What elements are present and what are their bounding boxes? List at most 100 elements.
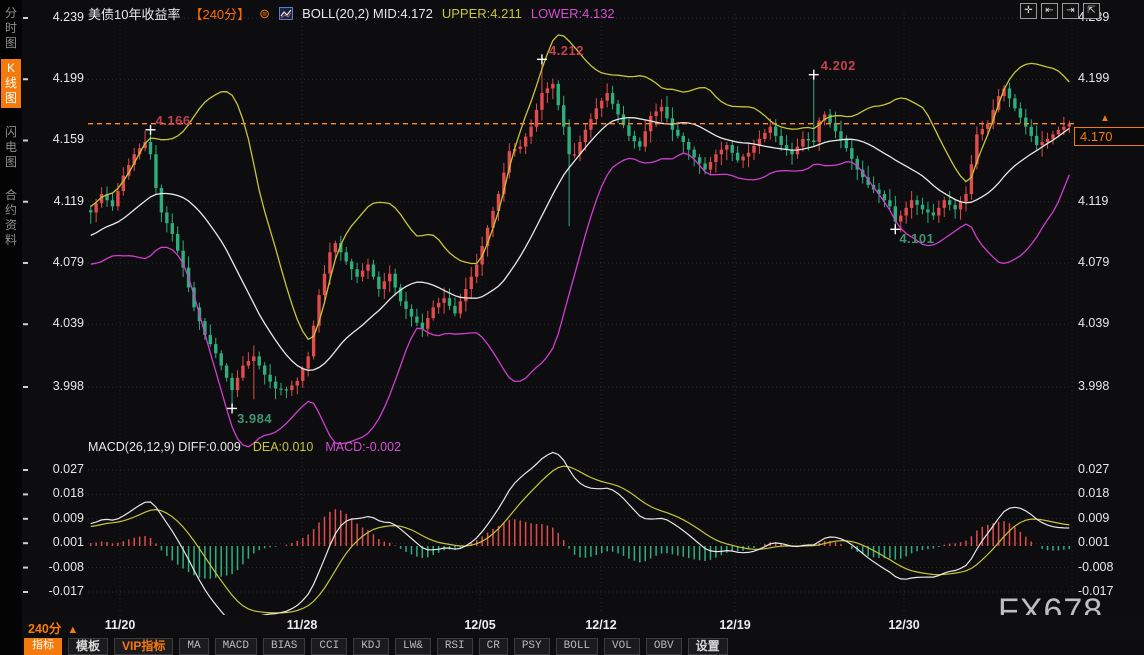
- candle-body: [453, 306, 456, 314]
- price-axis-label-left: 4.239: [28, 10, 84, 24]
- indicator-menu-icon[interactable]: ⊜: [259, 6, 270, 22]
- price-axis-label-left: 4.159: [28, 132, 84, 146]
- last-price-pin: ▲: [1100, 113, 1110, 124]
- toolbar-tab-VIP指标[interactable]: VIP指标: [114, 638, 173, 655]
- candle-body: [1051, 134, 1054, 139]
- candle-body: [1019, 108, 1022, 117]
- candle-body: [323, 274, 326, 295]
- price-annotation: 3.984: [237, 411, 272, 426]
- candle-body: [600, 101, 603, 109]
- toolbar-tab-BIAS[interactable]: BIAS: [263, 638, 305, 655]
- candle-body: [236, 378, 239, 390]
- toolbar-tab-PSY[interactable]: PSY: [514, 638, 550, 655]
- candle-body: [959, 202, 962, 210]
- boll-lower-readout: LOWER:4.132: [531, 6, 615, 21]
- toolbar-tab-OBV[interactable]: OBV: [646, 638, 682, 655]
- candle-body: [116, 191, 119, 206]
- price-annotation: 4.166: [156, 113, 191, 128]
- toolbar-tab-设置[interactable]: 设置: [688, 638, 728, 655]
- candle-body: [361, 271, 364, 277]
- toolbar-tab-BOLL[interactable]: BOLL: [556, 638, 598, 655]
- x-axis-row: 240分▲ 11/2011/2812/0512/1212/1912/30: [22, 615, 1144, 636]
- pan-tool-icon[interactable]: ✛: [1020, 3, 1037, 19]
- macd-axis-label-right: 0.018: [1078, 486, 1109, 500]
- candle-body: [763, 133, 766, 139]
- candle-body: [268, 375, 271, 382]
- candle-body: [421, 323, 424, 329]
- candle-body: [518, 147, 521, 149]
- fit-vertical-icon[interactable]: ⇥: [1062, 3, 1079, 19]
- candle-body: [573, 154, 576, 155]
- toolbar-tab-KDJ[interactable]: KDJ: [353, 638, 389, 655]
- candle-body: [970, 164, 973, 194]
- toolbar-tab-CR[interactable]: CR: [479, 638, 508, 655]
- candle-body: [551, 84, 554, 89]
- candle-body: [540, 93, 543, 110]
- toolbar-tab-RSI[interactable]: RSI: [437, 638, 473, 655]
- sidebar-item-合约资料[interactable]: 合约资料: [1, 186, 21, 250]
- x-axis-date-label: 12/05: [464, 618, 495, 632]
- macd-header: MACD(26,12,9) DIFF:0.009 DEA:0.010 MACD:…: [88, 440, 401, 454]
- toolbar-tab-CCI[interactable]: CCI: [311, 638, 347, 655]
- candle-body: [779, 136, 782, 145]
- candle-body: [529, 127, 532, 137]
- candle-body: [442, 298, 445, 303]
- candle-body: [1057, 130, 1060, 135]
- boll-mid-readout: BOLL(20,2) MID:4.172: [302, 6, 433, 21]
- x-axis-date-label: 12/19: [719, 618, 750, 632]
- candle-body: [807, 139, 810, 141]
- chart-canvas[interactable]: [0, 0, 1144, 655]
- candle-body: [448, 298, 451, 306]
- toolbar-tab-MACD[interactable]: MACD: [215, 638, 257, 655]
- sidebar-item-分时图[interactable]: 分时图: [1, 4, 21, 53]
- x-axis-date-label: 11/28: [287, 618, 318, 632]
- price-axis-label-left: 4.039: [28, 316, 84, 330]
- price-annotation: 4.202: [821, 58, 856, 73]
- candle-body: [725, 145, 728, 150]
- candle-body: [464, 289, 467, 301]
- fit-horizontal-icon[interactable]: ⇤: [1041, 3, 1058, 19]
- candle-body: [850, 148, 853, 159]
- toolbar-tab-VOL[interactable]: VOL: [604, 638, 640, 655]
- candle-body: [1035, 136, 1038, 145]
- toolbar-tab-模板[interactable]: 模板: [68, 638, 108, 655]
- sidebar-item-K线图[interactable]: K线图: [1, 59, 21, 108]
- reset-zoom-icon[interactable]: ⇱: [1083, 3, 1100, 19]
- macd-axis-label-left: 0.001: [28, 535, 84, 549]
- toolbar-tab-指标[interactable]: 指标: [24, 638, 62, 655]
- instrument-title: 美债10年收益率: [88, 4, 180, 23]
- macd-diff-readout: MACD(26,12,9) DIFF:0.009: [88, 440, 241, 454]
- candle-body: [546, 88, 549, 93]
- candle-body: [828, 114, 831, 122]
- candle-body: [301, 369, 304, 381]
- candle-body: [720, 150, 723, 155]
- candle-body: [611, 93, 614, 104]
- candle-body: [605, 93, 608, 101]
- macd-hist-readout: MACD:-0.002: [325, 440, 401, 454]
- indicator-toolbar: 指标模板 VIP指标 MA MACD BIAS CCI KDJ LW&RSI CR PSY BOLL…: [24, 637, 728, 655]
- price-axis-label-left: 4.199: [28, 71, 84, 85]
- candle-body: [589, 119, 592, 130]
- candle-body: [888, 200, 891, 206]
- candle-body: [932, 212, 935, 215]
- candle-body: [247, 361, 250, 366]
- candle-body: [225, 366, 228, 378]
- candle-body: [654, 111, 657, 116]
- macd-axis-label-right: -0.008: [1078, 560, 1113, 574]
- candle-body: [252, 356, 255, 361]
- toolbar-tab-MA[interactable]: MA: [179, 638, 208, 655]
- macd-axis-label-left: 0.009: [28, 511, 84, 525]
- candle-body: [475, 265, 478, 277]
- candle-body: [769, 127, 772, 133]
- sidebar-item-闪电图[interactable]: 闪电图: [1, 123, 21, 172]
- interval-badge[interactable]: 240分▲: [28, 618, 78, 637]
- x-axis-date-label: 11/20: [105, 618, 136, 632]
- chart-settings-icon[interactable]: [279, 7, 293, 20]
- candle-body: [388, 274, 391, 282]
- candle-body: [410, 309, 413, 317]
- candle-body: [1024, 118, 1027, 127]
- candle-body: [415, 317, 418, 323]
- toolbar-tab-LW&[interactable]: LW&: [395, 638, 431, 655]
- candle-body: [285, 389, 288, 390]
- candle-body: [393, 274, 396, 288]
